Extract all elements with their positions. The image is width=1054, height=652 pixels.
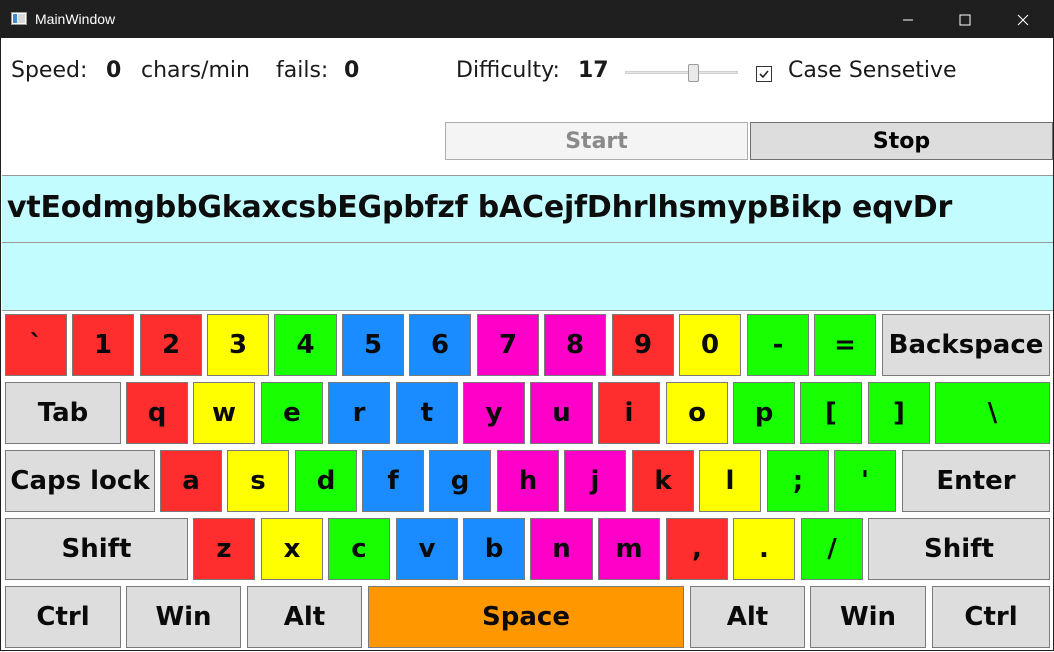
- key-i[interactable]: i: [598, 382, 660, 444]
- key-alt-left[interactable]: Alt: [247, 586, 362, 648]
- key-u[interactable]: u: [530, 382, 593, 444]
- key-enter[interactable]: Enter: [902, 450, 1050, 512]
- speed-label: Speed:: [11, 58, 88, 83]
- check-icon: [759, 70, 769, 79]
- case-sensitive-label: Case Sensetive: [788, 58, 957, 83]
- key-a[interactable]: a: [160, 450, 222, 512]
- key-v[interactable]: v: [396, 518, 458, 580]
- key-slash[interactable]: /: [801, 518, 863, 580]
- slider-thumb[interactable]: [688, 64, 699, 82]
- key-9[interactable]: 9: [612, 314, 674, 376]
- key-alt-right[interactable]: Alt: [690, 586, 805, 648]
- key-h[interactable]: h: [497, 450, 559, 512]
- key-1[interactable]: 1: [72, 314, 134, 376]
- key-backslash[interactable]: \: [935, 382, 1050, 444]
- key-l[interactable]: l: [699, 450, 761, 512]
- difficulty-value: 17: [578, 58, 609, 83]
- key-shift-right[interactable]: Shift: [868, 518, 1050, 580]
- key-6[interactable]: 6: [409, 314, 471, 376]
- key-period[interactable]: .: [733, 518, 795, 580]
- key-e[interactable]: e: [261, 382, 323, 444]
- key-comma[interactable]: ,: [666, 518, 728, 580]
- key-o[interactable]: o: [666, 382, 728, 444]
- slider-track: [625, 71, 738, 74]
- fails-label: fails:: [276, 58, 329, 83]
- key-2[interactable]: 2: [140, 314, 202, 376]
- key-t[interactable]: t: [396, 382, 458, 444]
- maximize-button[interactable]: [942, 1, 988, 38]
- key-win-left[interactable]: Win: [126, 586, 241, 648]
- key-quote[interactable]: ': [834, 450, 896, 512]
- fails-value: 0: [344, 58, 360, 83]
- key-space[interactable]: Space: [368, 586, 684, 648]
- close-icon: [1017, 14, 1029, 25]
- difficulty-slider[interactable]: [625, 64, 738, 82]
- maximize-icon: [959, 14, 971, 25]
- key-r[interactable]: r: [328, 382, 390, 444]
- key-0[interactable]: 0: [679, 314, 741, 376]
- key-k[interactable]: k: [632, 450, 694, 512]
- key-left-bracket[interactable]: [: [800, 382, 862, 444]
- key-8[interactable]: 8: [544, 314, 606, 376]
- key-win-right[interactable]: Win: [810, 586, 926, 648]
- stop-button[interactable]: Stop: [750, 122, 1053, 160]
- key-b[interactable]: b: [463, 518, 525, 580]
- key-backspace[interactable]: Backspace: [882, 314, 1050, 376]
- key-q[interactable]: q: [126, 382, 188, 444]
- key-f[interactable]: f: [362, 450, 424, 512]
- key-right-bracket[interactable]: ]: [868, 382, 930, 444]
- key-y[interactable]: y: [463, 382, 525, 444]
- key-3[interactable]: 3: [207, 314, 269, 376]
- app-icon: [11, 12, 27, 25]
- key-c[interactable]: c: [328, 518, 390, 580]
- key-j[interactable]: j: [564, 450, 626, 512]
- key-backtick[interactable]: `: [5, 314, 67, 376]
- start-button[interactable]: Start: [445, 122, 748, 160]
- title-bar[interactable]: MainWindow: [1, 1, 1053, 38]
- key-7[interactable]: 7: [477, 314, 539, 376]
- key-d[interactable]: d: [295, 450, 357, 512]
- main-window: MainWindow Speed: 0 chars/min fails: 0 D…: [0, 0, 1054, 651]
- key-p[interactable]: p: [733, 382, 795, 444]
- key-n[interactable]: n: [530, 518, 593, 580]
- key-semicolon[interactable]: ;: [767, 450, 829, 512]
- minimize-button[interactable]: [885, 1, 931, 38]
- key-minus[interactable]: -: [747, 314, 809, 376]
- typing-input-area[interactable]: [2, 242, 1053, 311]
- on-screen-keyboard: ` 1 2 3 4 5 6 7 8 9 0- = Backspace Tab q w e r t y u i o p[] \ Ca…: [1, 311, 1054, 652]
- key-s[interactable]: s: [227, 450, 289, 512]
- key-4[interactable]: 4: [274, 314, 337, 376]
- key-5[interactable]: 5: [342, 314, 404, 376]
- key-m[interactable]: m: [598, 518, 660, 580]
- case-sensitive-checkbox[interactable]: [756, 66, 772, 82]
- key-shift-left[interactable]: Shift: [5, 518, 188, 580]
- key-tab[interactable]: Tab: [5, 382, 121, 444]
- key-ctrl-left[interactable]: Ctrl: [5, 586, 121, 648]
- close-button[interactable]: [1000, 1, 1046, 38]
- difficulty-label: Difficulty:: [456, 58, 560, 83]
- key-equals[interactable]: =: [814, 314, 876, 376]
- speed-unit: chars/min: [141, 58, 250, 83]
- key-g[interactable]: g: [429, 450, 491, 512]
- stats-bar: Speed: 0 chars/min fails: 0 Difficulty: …: [1, 38, 1053, 110]
- key-x[interactable]: x: [261, 518, 323, 580]
- speed-value: 0: [106, 58, 122, 83]
- key-z[interactable]: z: [193, 518, 255, 580]
- key-caps-lock[interactable]: Caps lock: [5, 450, 155, 512]
- window-title: MainWindow: [35, 11, 116, 27]
- key-ctrl-right[interactable]: Ctrl: [932, 586, 1050, 648]
- target-text: vtEodmgbbGkaxcsbEGpbfzf bACejfDhrlhsmypB…: [7, 190, 953, 225]
- key-w[interactable]: w: [193, 382, 255, 444]
- minimize-icon: [903, 19, 913, 20]
- target-text-area: vtEodmgbbGkaxcsbEGpbfzf bACejfDhrlhsmypB…: [2, 175, 1053, 242]
